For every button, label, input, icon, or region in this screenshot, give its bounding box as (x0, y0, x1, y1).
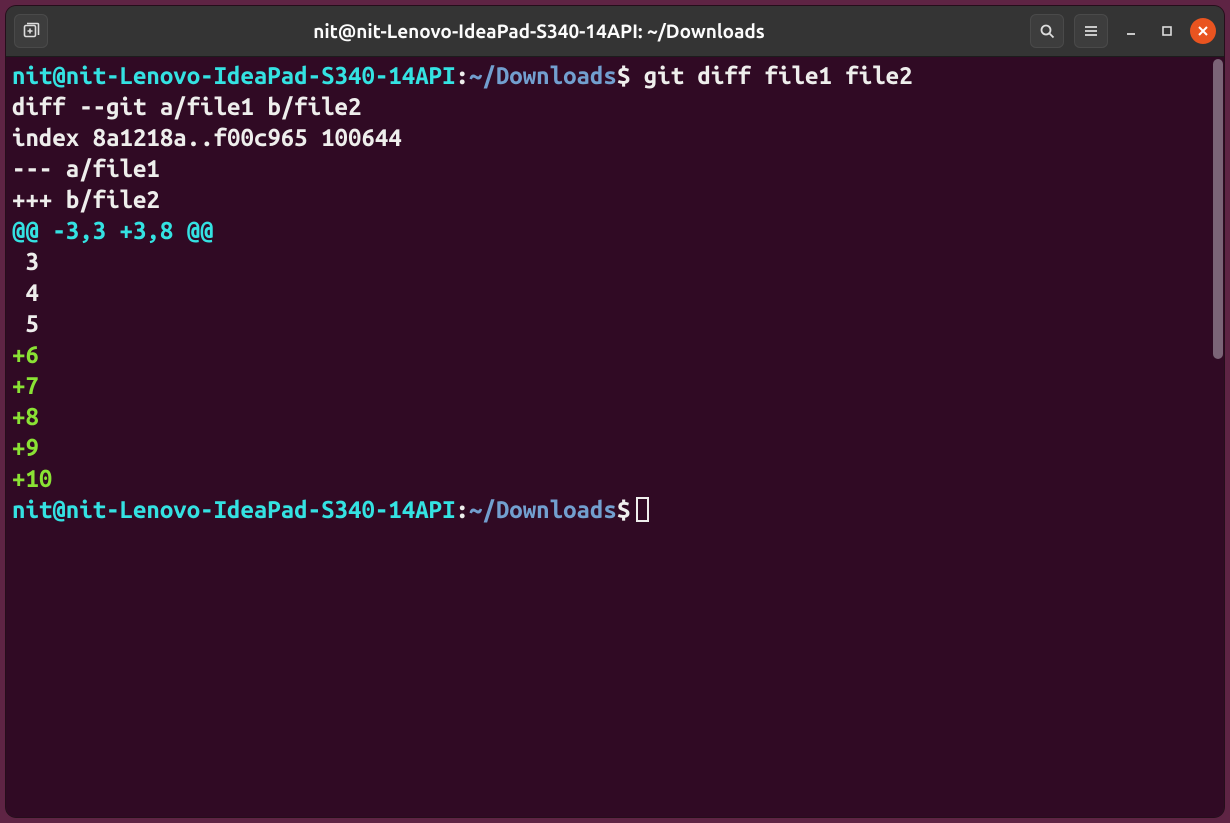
diff-header: diff --git a/file1 b/file2 (12, 93, 361, 120)
new-tab-icon (22, 22, 40, 40)
entered-command: git diff file1 file2 (630, 62, 912, 89)
diff-added-line: +7 (12, 372, 39, 399)
prompt-dollar: $ (617, 496, 630, 523)
prompt-path: ~/Downloads (469, 496, 617, 523)
minimize-button[interactable] (1118, 18, 1144, 44)
close-button[interactable] (1190, 18, 1216, 44)
diff-hunk: @@ -3,3 +3,8 @@ (12, 217, 214, 244)
diff-to: +++ b/file2 (12, 186, 160, 213)
diff-index: index 8a1218a..f00c965 100644 (12, 124, 402, 151)
prompt-path: ~/Downloads (469, 62, 617, 89)
prompt-user: nit@nit-Lenovo-IdeaPad-S340-14API (12, 496, 456, 523)
window-title: nit@nit-Lenovo-IdeaPad-S340-14API: ~/Dow… (56, 20, 1022, 42)
diff-context-line: 3 (12, 248, 39, 275)
new-tab-button[interactable] (14, 14, 48, 48)
scrollbar-thumb[interactable] (1213, 59, 1223, 359)
prompt-sep: : (456, 62, 469, 89)
prompt-dollar: $ (617, 62, 630, 89)
maximize-icon (1161, 25, 1173, 37)
terminal-area[interactable]: nit@nit-Lenovo-IdeaPad-S340-14API:~/Down… (6, 57, 1224, 817)
titlebar: nit@nit-Lenovo-IdeaPad-S340-14API: ~/Dow… (6, 6, 1224, 57)
minimize-icon (1125, 25, 1137, 37)
cursor (636, 497, 649, 522)
terminal-output[interactable]: nit@nit-Lenovo-IdeaPad-S340-14API:~/Down… (6, 57, 1212, 817)
prompt-sep: : (456, 496, 469, 523)
maximize-button[interactable] (1154, 18, 1180, 44)
diff-added-line: +6 (12, 341, 39, 368)
prompt-user: nit@nit-Lenovo-IdeaPad-S340-14API (12, 62, 456, 89)
diff-added-line: +9 (12, 434, 39, 461)
search-button[interactable] (1030, 14, 1064, 48)
search-icon (1039, 23, 1055, 39)
diff-added-line: +10 (12, 465, 52, 492)
close-icon (1197, 25, 1209, 37)
diff-added-line: +8 (12, 403, 39, 430)
diff-context-line: 5 (12, 310, 39, 337)
terminal-window: nit@nit-Lenovo-IdeaPad-S340-14API: ~/Dow… (6, 6, 1224, 817)
diff-context-line: 4 (12, 279, 39, 306)
diff-from: --- a/file1 (12, 155, 160, 182)
hamburger-icon (1083, 23, 1099, 39)
menu-button[interactable] (1074, 14, 1108, 48)
scrollbar[interactable] (1212, 57, 1224, 817)
